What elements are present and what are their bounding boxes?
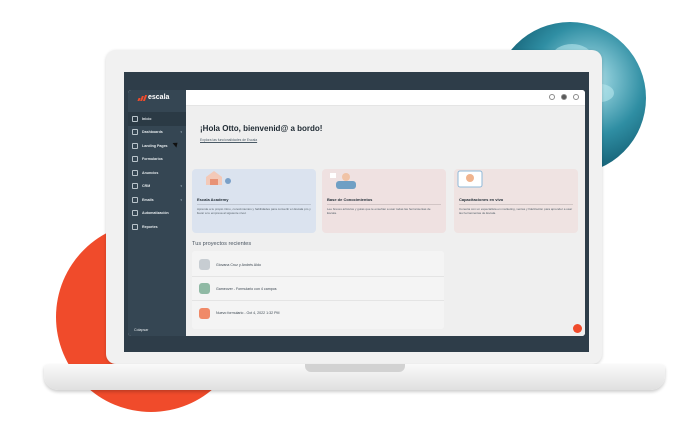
sidebar-item-label: Dashboards xyxy=(142,130,163,135)
sidebar: escala Inicio Dashboards ▾ Landing Pages … xyxy=(128,90,186,336)
sidebar-item-inicio[interactable]: Inicio xyxy=(128,112,186,126)
email-icon xyxy=(132,196,138,203)
sidebar-item-label: Emails xyxy=(142,197,154,202)
sidebar-item-emails[interactable]: Emails ▾ xyxy=(128,193,186,207)
sidebar-item-dashboards[interactable]: Dashboards ▾ xyxy=(128,126,186,140)
sidebar-item-reportes[interactable]: Reportes xyxy=(128,220,186,234)
home-icon xyxy=(132,115,138,122)
list-item[interactable]: Nuevo formulario - Oct 4, 2022 1:32 PM xyxy=(192,301,444,325)
card-title: Capacitaciones en vivo xyxy=(459,197,504,202)
card-description: Aprende a tu propio ritmo, conocimientos… xyxy=(197,207,311,215)
sidebar-item-crm[interactable]: CRM ▾ xyxy=(128,180,186,194)
top-bar xyxy=(186,90,585,106)
project-name: Nuevo formulario - Oct 4, 2022 1:32 PM xyxy=(216,311,280,315)
logo[interactable]: escala xyxy=(137,94,170,101)
chevron-down-icon: ▾ xyxy=(180,197,182,202)
sidebar-item-label: Landing Pages xyxy=(142,143,168,148)
card-divider xyxy=(459,204,573,205)
sidebar-item-label: Anuncios xyxy=(142,170,159,175)
academy-illustration-icon xyxy=(192,169,316,193)
sidebar-item-label: Reportes xyxy=(142,224,158,229)
card-title: Base de Conocimientos xyxy=(327,197,373,202)
knowledge-illustration-icon xyxy=(322,169,446,193)
card-description: Conecta con un especialista en marketing… xyxy=(459,207,573,215)
chevron-down-icon: ▾ xyxy=(180,184,182,189)
recent-projects-title: Tus proyectos recientes xyxy=(192,241,252,247)
logo-mark-icon xyxy=(137,94,148,101)
sidebar-item-label: CRM xyxy=(142,184,151,189)
explore-link[interactable]: Explora las funcionalidades de Escala xyxy=(200,138,257,142)
sidebar-item-anuncios[interactable]: Anuncios xyxy=(128,166,186,180)
brand-name: escala xyxy=(148,94,170,101)
list-item[interactable]: Gameover - Formulario con 4 campos xyxy=(192,277,444,301)
sidebar-item-label: Inicio xyxy=(142,116,152,121)
card-escala-academy[interactable]: Escala Academy Aprende a tu propio ritmo… xyxy=(192,169,316,233)
landing-page-icon xyxy=(132,142,138,149)
sidebar-item-automatizacion[interactable]: Automatización xyxy=(128,207,186,221)
chat-button[interactable] xyxy=(573,324,582,333)
sidebar-nav: Inicio Dashboards ▾ Landing Pages Formula… xyxy=(128,112,186,234)
top-bar-actions xyxy=(549,94,579,100)
project-name: Gameover - Formulario con 4 campos xyxy=(216,286,277,291)
notification-bell-icon[interactable] xyxy=(549,94,555,100)
sidebar-item-formularios[interactable]: Formularios xyxy=(128,153,186,167)
sidebar-item-label: Automatización xyxy=(142,211,169,216)
dashboard-icon xyxy=(132,129,138,136)
form-icon xyxy=(199,307,210,319)
contact-icon xyxy=(199,259,210,270)
card-title: Escala Academy xyxy=(197,197,229,202)
ads-icon xyxy=(132,169,138,176)
recent-projects-list: Giovana Cruz y Andrés Aldo Gameover - Fo… xyxy=(192,251,444,329)
collapse-label: Colapsar xyxy=(134,328,149,332)
form-icon xyxy=(199,283,210,294)
sidebar-item-label: Formularios xyxy=(142,157,163,162)
live-training-illustration-icon xyxy=(454,169,578,193)
card-divider xyxy=(197,204,311,205)
user-menu-icon[interactable] xyxy=(573,94,579,100)
automation-icon xyxy=(132,210,138,217)
crm-icon xyxy=(132,183,138,190)
card-capacitaciones-en-vivo[interactable]: Capacitaciones en vivo Conecta con un es… xyxy=(454,169,578,233)
app-window: escala Inicio Dashboards ▾ Landing Pages … xyxy=(128,90,585,336)
help-icon[interactable] xyxy=(561,94,567,100)
laptop-notch xyxy=(305,364,405,372)
card-base-de-conocimientos[interactable]: Base de Conocimientos Lee breves artícul… xyxy=(322,169,446,233)
collapse-sidebar-button[interactable]: Colapsar xyxy=(134,328,148,332)
card-divider xyxy=(327,204,441,205)
reports-icon xyxy=(132,223,138,230)
project-name: Giovana Cruz y Andrés Aldo xyxy=(216,262,261,267)
form-icon xyxy=(132,156,138,163)
list-item[interactable]: Giovana Cruz y Andrés Aldo xyxy=(192,253,444,277)
card-description: Lee breves artículos y guías que te ense… xyxy=(327,207,431,215)
chevron-down-icon: ▾ xyxy=(180,130,182,135)
page-title: ¡Hola Otto, bienvenid@ a bordo! xyxy=(200,124,323,133)
main-content: ¡Hola Otto, bienvenid@ a bordo! Explora … xyxy=(186,106,585,336)
